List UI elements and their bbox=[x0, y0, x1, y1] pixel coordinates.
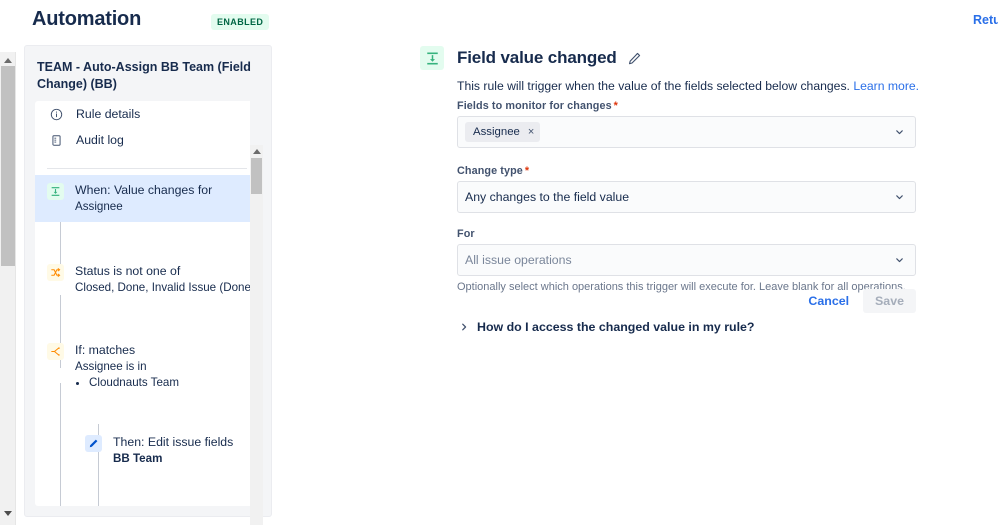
rule-component-list: Rule details Audit log When: Value chang… bbox=[35, 101, 263, 506]
save-button[interactable]: Save bbox=[863, 289, 916, 313]
rule-nav-links: Rule details Audit log bbox=[35, 101, 247, 153]
page-header: Automation ENABLED Retu bbox=[16, 0, 998, 44]
sidebar-item-audit-log[interactable]: Audit log bbox=[35, 127, 247, 153]
sidebar-item-rule-details[interactable]: Rule details bbox=[35, 101, 247, 127]
field-value-changed-icon bbox=[47, 183, 64, 200]
sidebar-item-label: Rule details bbox=[76, 107, 141, 121]
component-subtitle: Assignee is in bbox=[75, 360, 147, 373]
fields-to-monitor-select[interactable]: Assignee × bbox=[457, 116, 916, 148]
rule-components: When: Value changes for Assignee Status … bbox=[35, 175, 263, 506]
component-action-edit-fields[interactable]: Then: Edit issue fields BB Team bbox=[35, 427, 263, 474]
add-component-button[interactable]: Add component bbox=[94, 505, 202, 506]
branch-condition-icon bbox=[47, 343, 64, 360]
change-type-label: Change type * bbox=[457, 165, 916, 177]
component-title: Status is not one of bbox=[75, 264, 181, 278]
label-text: Fields to monitor for changes bbox=[457, 100, 612, 112]
pencil-icon[interactable] bbox=[626, 50, 643, 67]
rule-scrollbar-thumb[interactable] bbox=[251, 158, 262, 194]
required-marker: * bbox=[524, 165, 530, 177]
fields-to-monitor-label: Fields to monitor for changes * bbox=[457, 100, 916, 112]
component-subtitle: BB Team bbox=[113, 452, 163, 465]
learn-more-link[interactable]: Learn more. bbox=[853, 79, 919, 93]
component-bullets: Cloudnauts Team bbox=[75, 375, 179, 391]
component-subtitle: Closed, Done, Invalid Issue (Done) bbox=[75, 281, 255, 294]
info-circle-icon bbox=[47, 105, 65, 123]
for-select[interactable]: All issue operations bbox=[457, 244, 916, 276]
help-expander-label: How do I access the changed value in my … bbox=[477, 320, 755, 334]
component-trigger[interactable]: When: Value changes for Assignee bbox=[35, 175, 263, 222]
audit-log-icon bbox=[47, 131, 65, 149]
component-title: When: Value changes for bbox=[75, 183, 213, 197]
component-subtitle: Assignee bbox=[75, 200, 123, 213]
rule-panel: TEAM - Auto-Assign BB Team (Field Change… bbox=[24, 45, 272, 525]
change-type-select[interactable]: Any changes to the field value bbox=[457, 181, 916, 213]
rule-name: TEAM - Auto-Assign BB Team (Field Change… bbox=[37, 60, 251, 91]
label-text: Change type bbox=[457, 165, 523, 177]
required-marker: * bbox=[613, 100, 618, 112]
sidebar-item-label: Audit log bbox=[76, 133, 124, 147]
help-expander[interactable]: How do I access the changed value in my … bbox=[457, 320, 755, 334]
page-scrollbar[interactable] bbox=[0, 0, 16, 525]
component-bullet-item: Cloudnauts Team bbox=[89, 375, 179, 391]
scrollbar-top-gap bbox=[0, 0, 16, 52]
close-icon[interactable]: × bbox=[528, 126, 534, 138]
chevron-right-icon bbox=[457, 321, 470, 334]
detail-description-text: This rule will trigger when the value of… bbox=[457, 79, 850, 93]
selected-tag[interactable]: Assignee × bbox=[465, 122, 541, 142]
detail-description: This rule will trigger when the value of… bbox=[457, 78, 937, 94]
arrow-up-icon bbox=[252, 148, 261, 154]
arrow-up-icon bbox=[4, 57, 12, 63]
form-actions: Cancel Save bbox=[457, 289, 916, 313]
label-text: For bbox=[457, 228, 475, 240]
field-value-changed-icon bbox=[420, 46, 444, 70]
scrollbar-thumb[interactable] bbox=[1, 66, 15, 266]
page-title: Automation bbox=[32, 8, 142, 30]
chevron-down-icon bbox=[894, 255, 905, 266]
rule-scrollbar-gap bbox=[250, 101, 263, 145]
automation-rule-page: Automation ENABLED Retu TEAM - Auto-Assi… bbox=[0, 0, 998, 525]
condition-shuffle-icon bbox=[47, 264, 64, 281]
tag-label: Assignee bbox=[473, 126, 520, 138]
chevron-down-icon bbox=[894, 127, 905, 138]
chevron-down-icon bbox=[894, 192, 905, 203]
component-title: If: matches bbox=[75, 343, 136, 357]
return-link[interactable]: Retu bbox=[973, 13, 998, 27]
component-branch-if[interactable]: If: matches Assignee is in Cloudnauts Te… bbox=[35, 335, 263, 398]
trigger-detail-panel: Field value changed This rule will trigg… bbox=[420, 44, 940, 334]
component-condition-status[interactable]: Status is not one of Closed, Done, Inval… bbox=[35, 256, 263, 303]
trigger-form: Fields to monitor for changes * Assignee … bbox=[457, 100, 916, 293]
for-label: For bbox=[457, 228, 916, 240]
scrollbar-down-arrow[interactable] bbox=[0, 505, 16, 521]
pencil-action-icon bbox=[85, 435, 102, 452]
page-title: Field value changed bbox=[457, 48, 617, 67]
component-title: Then: Edit issue fields bbox=[113, 435, 234, 449]
sidebar-divider bbox=[47, 168, 247, 169]
rule-panel-scrollbar[interactable] bbox=[250, 101, 263, 525]
for-placeholder: All issue operations bbox=[465, 253, 572, 267]
status-badge: ENABLED bbox=[211, 14, 270, 30]
rule-scrollbar-up-arrow[interactable] bbox=[250, 145, 263, 157]
change-type-value: Any changes to the field value bbox=[465, 190, 630, 204]
arrow-down-icon bbox=[4, 510, 12, 516]
cancel-button[interactable]: Cancel bbox=[799, 289, 858, 313]
detail-header: Field value changed bbox=[420, 44, 940, 72]
add-component-label: Add component bbox=[117, 505, 202, 506]
